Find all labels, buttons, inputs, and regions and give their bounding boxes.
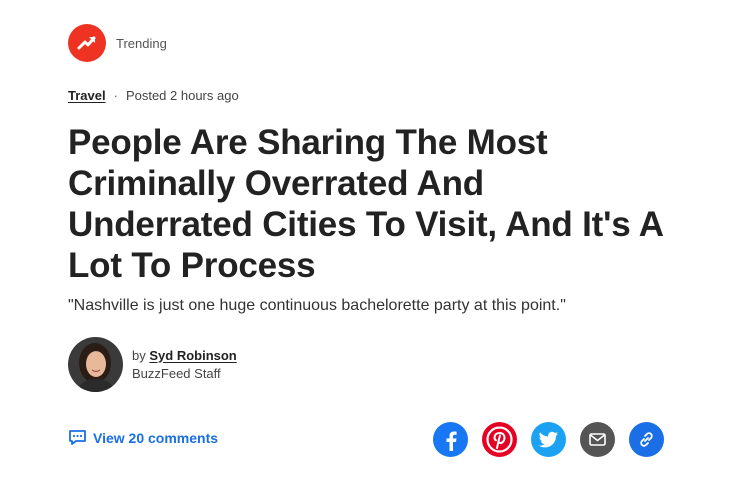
comment-bubble-icon	[69, 430, 86, 445]
meta-separator: ·	[113, 88, 118, 103]
trending-link[interactable]: Trending	[68, 24, 167, 62]
email-share-button[interactable]	[580, 422, 615, 457]
copy-link-button[interactable]	[629, 422, 664, 457]
posted-time: Posted 2 hours ago	[125, 88, 239, 103]
byline-text: by Syd Robinson BuzzFeed Staff	[132, 347, 237, 383]
share-bar	[433, 422, 664, 457]
email-icon	[589, 433, 606, 446]
author-role: BuzzFeed Staff	[132, 365, 221, 381]
trending-label: Trending	[116, 35, 167, 51]
facebook-share-button[interactable]	[433, 422, 468, 457]
facebook-icon	[446, 431, 457, 451]
article-headline: People Are Sharing The Most Criminally O…	[68, 123, 663, 285]
view-comments-link[interactable]: View 20 comments	[68, 429, 218, 446]
pinterest-icon	[486, 426, 513, 453]
by-label: by	[132, 347, 146, 363]
author-avatar[interactable]	[68, 337, 123, 392]
article-dek: "Nashville is just one huge continuous b…	[68, 297, 566, 314]
pinterest-share-button[interactable]	[482, 422, 517, 457]
category-link[interactable]: Travel	[68, 88, 106, 103]
author-link[interactable]: Syd Robinson	[149, 348, 236, 363]
trending-arrow-icon	[68, 24, 106, 62]
article-meta: Travel · Posted 2 hours ago	[68, 88, 239, 103]
byline: by Syd Robinson BuzzFeed Staff	[68, 337, 237, 392]
twitter-share-button[interactable]	[531, 422, 566, 457]
link-icon	[640, 432, 653, 447]
twitter-icon	[538, 431, 558, 448]
view-comments-label: View 20 comments	[93, 429, 219, 446]
